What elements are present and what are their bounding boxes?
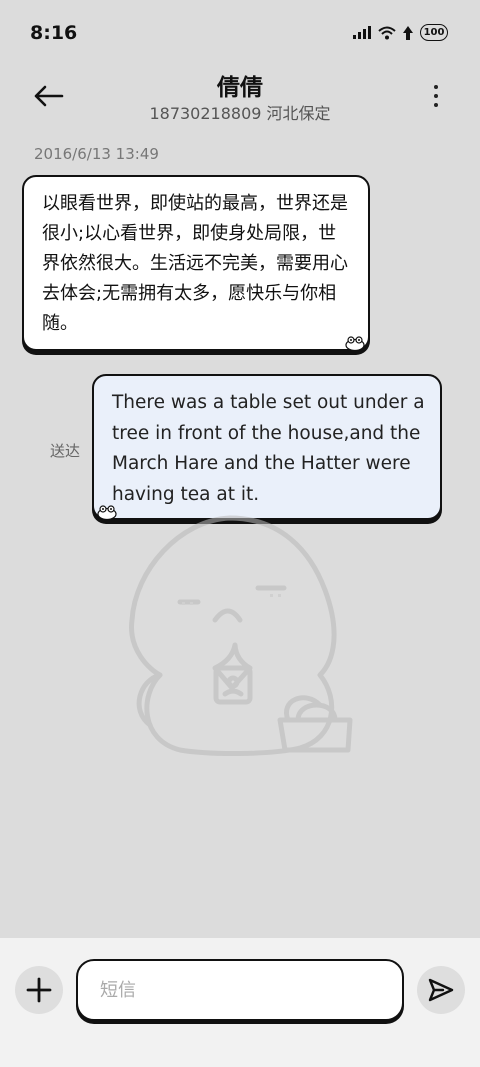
message-timestamp: 2016/6/13 13:49 <box>34 145 159 163</box>
contact-info: 18730218809 河北保定 <box>149 104 331 123</box>
wifi-icon <box>378 26 396 40</box>
incoming-message-bubble[interactable]: 以眼看世界，即使站的最高，世界还是很小;以心看世界，即使身处局限，世界依然很大。… <box>22 175 370 351</box>
delivery-status: 送达 <box>50 442 81 460</box>
more-vertical-icon <box>434 85 438 89</box>
more-dot <box>434 103 438 107</box>
plus-icon <box>26 977 52 1003</box>
outgoing-message-bubble[interactable]: There was a table set out under a tree i… <box>92 374 442 520</box>
contact-name: 倩倩 <box>217 75 263 101</box>
incoming-message-text: 以眼看世界，即使站的最高，世界还是很小;以心看世界，即使身处局限，世界依然很大。… <box>42 193 348 334</box>
mascot-illustration <box>129 515 353 757</box>
conversation-header: 倩倩 18730218809 河北保定 <box>0 66 480 136</box>
battery-icon: 100 <box>420 24 448 41</box>
more-options-button[interactable] <box>424 78 448 114</box>
status-bar: 8:16 100 <box>0 0 480 66</box>
add-attachment-button[interactable] <box>15 966 63 1014</box>
sms-input[interactable] <box>76 959 404 1021</box>
more-dot <box>434 94 438 98</box>
outgoing-message-text: There was a table set out under a tree i… <box>112 392 425 505</box>
data-icon <box>402 25 414 41</box>
send-button[interactable] <box>417 966 465 1014</box>
send-icon <box>428 978 454 1002</box>
message-composer <box>0 938 480 1067</box>
battery-level: 100 <box>423 27 445 38</box>
status-icons: 100 <box>352 24 448 41</box>
frog-sticker-icon <box>97 505 117 520</box>
signal-icon <box>352 25 372 40</box>
status-time: 8:16 <box>30 22 78 44</box>
frog-sticker-icon <box>345 336 365 351</box>
